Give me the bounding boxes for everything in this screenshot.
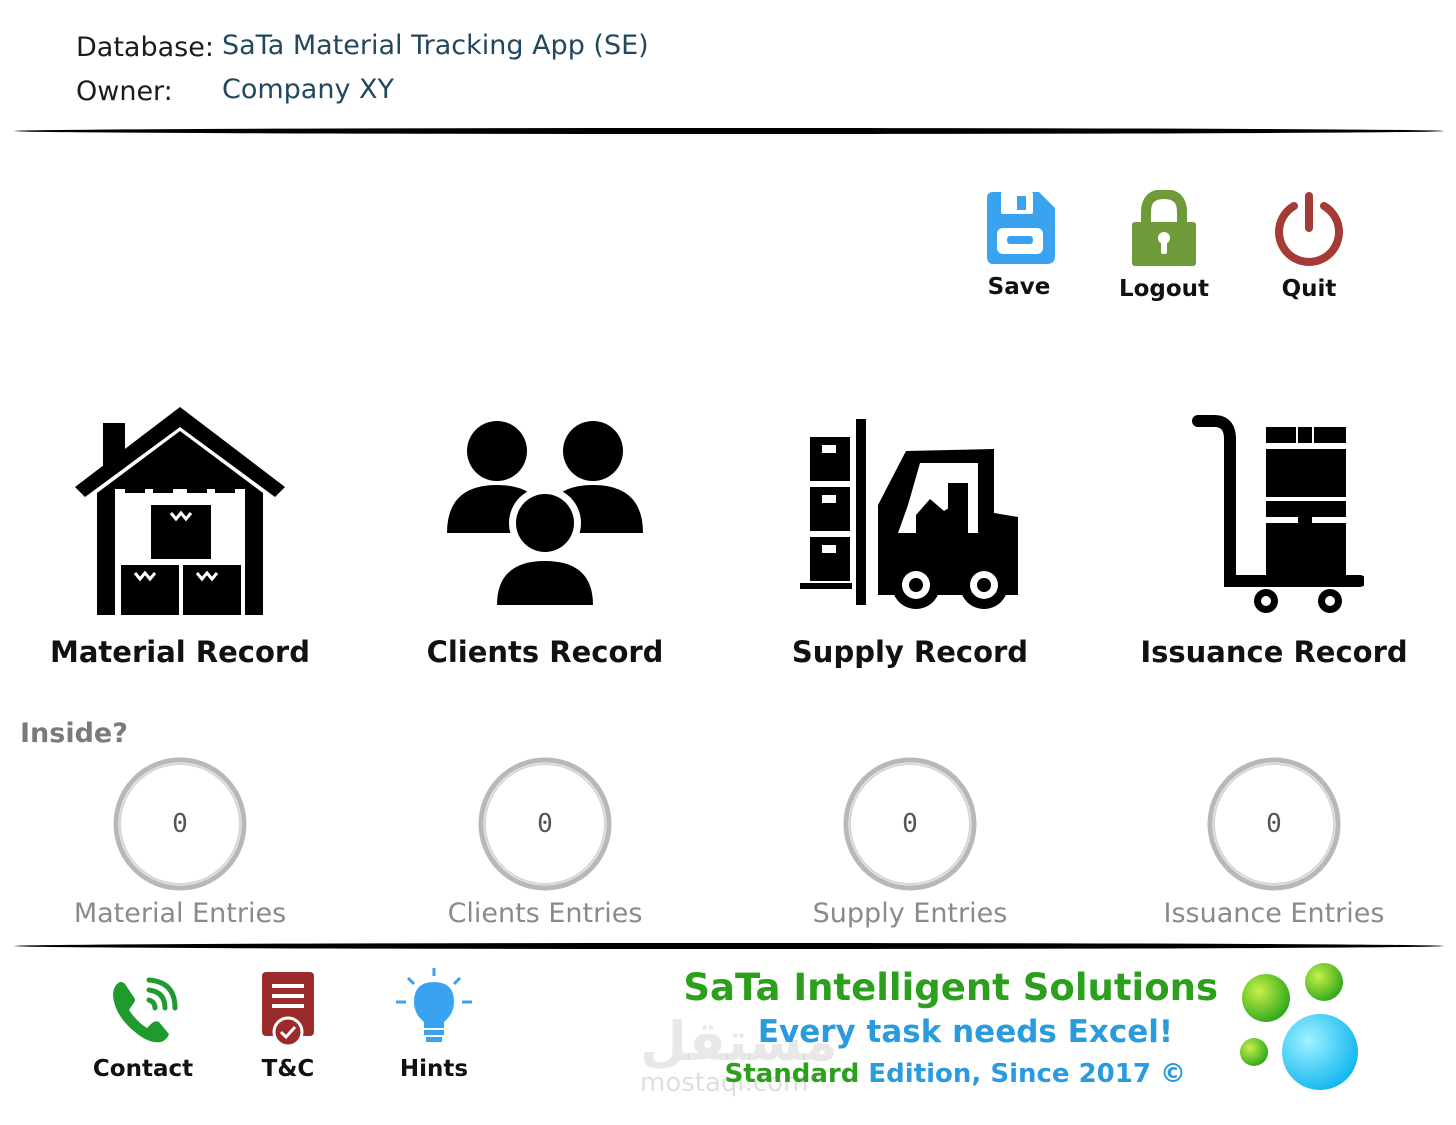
warehouse-icon — [75, 407, 285, 615]
issuance-record-label: Issuance Record — [1140, 635, 1408, 669]
issuance-entries-counter: 0 Issuance Entries — [1124, 754, 1424, 929]
supply-record-button[interactable]: Supply Record — [760, 405, 1060, 669]
supply-record-label: Supply Record — [791, 635, 1029, 669]
material-entries-count: 0 — [172, 809, 188, 839]
owner-value: Company XY — [222, 74, 395, 105]
brand-title: SaTa Intelligent Solutions — [683, 966, 1218, 1009]
material-record-label: Material Record — [50, 635, 310, 669]
issuance-entries-count: 0 — [1266, 809, 1282, 839]
issuance-record-button[interactable]: Issuance Record — [1124, 405, 1424, 669]
phone-icon — [113, 977, 178, 1043]
quit-button[interactable]: Quit — [1254, 190, 1364, 302]
supply-entries-counter: 0 Supply Entries — [760, 754, 1060, 929]
hints-label: Hints — [399, 1056, 469, 1082]
lightbulb-icon — [396, 968, 472, 1042]
tc-label: T&C — [261, 1056, 315, 1082]
clients-record-label: Clients Record — [426, 635, 664, 669]
brand-edition: Standard Edition, Since 2017 © — [725, 1059, 1186, 1089]
edition-rest: Edition, Since 2017 © — [859, 1059, 1186, 1089]
contact-label: Contact — [92, 1056, 194, 1082]
clients-entries-label: Clients Entries — [447, 898, 643, 929]
material-record-button[interactable]: Material Record — [30, 405, 330, 669]
save-button[interactable]: Save — [964, 190, 1074, 300]
document-check-icon — [262, 972, 314, 1048]
padlock-icon — [1132, 190, 1196, 266]
issuance-entries-label: Issuance Entries — [1163, 898, 1385, 929]
bottom-divider — [14, 943, 1444, 949]
database-label: Database: — [76, 32, 214, 63]
supply-entries-label: Supply Entries — [812, 898, 1008, 929]
logout-label: Logout — [1118, 276, 1210, 302]
clients-record-button[interactable]: Clients Record — [395, 405, 695, 669]
owner-label: Owner: — [76, 76, 173, 107]
contact-button[interactable]: Contact — [78, 970, 208, 1082]
floppy-disk-icon — [987, 192, 1055, 264]
counter-ring: 0 — [840, 754, 980, 894]
brand-logo-bubbles — [1240, 963, 1358, 1090]
header: Database: SaTa Material Tracking App (SE… — [76, 30, 976, 120]
quit-label: Quit — [1281, 276, 1337, 302]
material-entries-counter: 0 Material Entries — [30, 754, 330, 929]
inside-label: Inside? — [20, 718, 128, 749]
supply-entries-count: 0 — [902, 809, 918, 839]
power-icon — [1275, 192, 1343, 266]
database-value: SaTa Material Tracking App (SE) — [222, 30, 649, 61]
counter-ring: 0 — [1204, 754, 1344, 894]
clients-entries-count: 0 — [537, 809, 553, 839]
edition-word: Standard — [724, 1059, 860, 1089]
counter-ring: 0 — [110, 754, 250, 894]
tc-button[interactable]: T&C — [223, 970, 353, 1082]
forklift-icon — [800, 419, 1018, 609]
save-label: Save — [987, 274, 1051, 300]
top-divider — [14, 128, 1444, 134]
hand-truck-icon — [1192, 415, 1364, 613]
logout-button[interactable]: Logout — [1109, 190, 1219, 302]
brand-tagline: Every task needs Excel! — [757, 1014, 1173, 1050]
counter-ring: 0 — [475, 754, 615, 894]
material-entries-label: Material Entries — [73, 898, 287, 929]
hints-button[interactable]: Hints — [369, 966, 499, 1082]
clients-entries-counter: 0 Clients Entries — [395, 754, 695, 929]
people-group-icon — [447, 421, 643, 617]
